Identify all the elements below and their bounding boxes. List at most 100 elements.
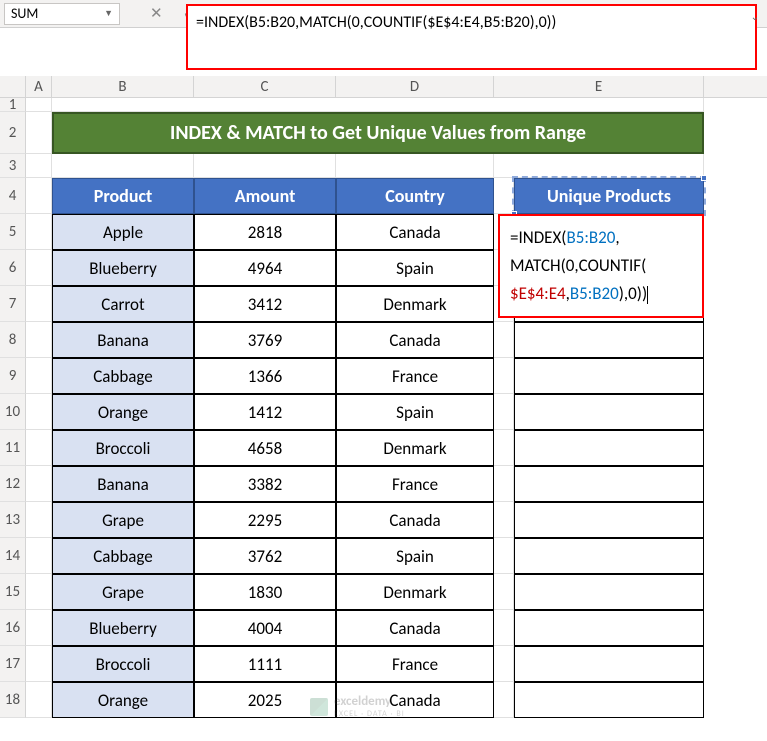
cell-amount[interactable]: 2818 <box>194 214 336 250</box>
row-header[interactable]: 17 <box>0 646 26 682</box>
cell-amount[interactable]: 1366 <box>194 358 336 394</box>
cell-product[interactable]: Blueberry <box>52 610 194 646</box>
cell[interactable] <box>52 98 704 112</box>
cell-product[interactable]: Broccoli <box>52 646 194 682</box>
cell[interactable] <box>26 250 52 286</box>
cell-country[interactable]: Canada <box>336 322 494 358</box>
cell[interactable] <box>26 502 52 538</box>
cell[interactable] <box>494 646 514 682</box>
cell[interactable] <box>26 430 52 466</box>
col-header-e[interactable]: E <box>494 76 704 97</box>
cell[interactable] <box>494 466 514 502</box>
cell[interactable] <box>26 286 52 322</box>
row-header[interactable]: 11 <box>0 430 26 466</box>
cell[interactable] <box>26 610 52 646</box>
expand-icon[interactable]: ⌄ <box>751 10 759 23</box>
cell[interactable] <box>26 682 52 718</box>
cell[interactable] <box>26 466 52 502</box>
cell-unique[interactable] <box>514 538 704 574</box>
formula-bar[interactable]: =INDEX(B5:B20,MATCH(0,COUNTIF($E$4:E4,B5… <box>186 4 757 70</box>
cell[interactable] <box>26 112 52 154</box>
row-header[interactable]: 14 <box>0 538 26 574</box>
cell[interactable] <box>26 574 52 610</box>
cell-amount[interactable]: 2295 <box>194 502 336 538</box>
cell-unique[interactable] <box>514 430 704 466</box>
cell-unique[interactable] <box>514 610 704 646</box>
cell-unique[interactable] <box>514 322 704 358</box>
cell-country[interactable]: Denmark <box>336 430 494 466</box>
row-header[interactable]: 8 <box>0 322 26 358</box>
cell[interactable] <box>494 574 514 610</box>
cell-product[interactable]: Broccoli <box>52 430 194 466</box>
cell-product[interactable]: Cabbage <box>52 538 194 574</box>
row-header[interactable]: 4 <box>0 178 26 214</box>
row-header[interactable]: 9 <box>0 358 26 394</box>
cell-country[interactable]: Canada <box>336 502 494 538</box>
cell[interactable] <box>494 610 514 646</box>
cell[interactable] <box>52 154 194 178</box>
col-header-b[interactable]: B <box>52 76 194 97</box>
cell-product[interactable]: Blueberry <box>52 250 194 286</box>
cell-country[interactable]: Spain <box>336 250 494 286</box>
cell[interactable] <box>26 178 52 214</box>
chevron-down-icon[interactable]: ▼ <box>104 8 113 19</box>
cell-country[interactable]: France <box>336 646 494 682</box>
cell-product[interactable]: Carrot <box>52 286 194 322</box>
cell-product[interactable]: Grape <box>52 574 194 610</box>
row-header[interactable]: 18 <box>0 682 26 718</box>
cell-unique[interactable] <box>514 646 704 682</box>
cell-amount[interactable]: 4964 <box>194 250 336 286</box>
cell-country[interactable]: Denmark <box>336 574 494 610</box>
cell-amount[interactable]: 3412 <box>194 286 336 322</box>
cell[interactable] <box>26 154 52 178</box>
row-header[interactable]: 16 <box>0 610 26 646</box>
cell[interactable] <box>494 538 514 574</box>
row-header[interactable]: 1 <box>0 98 26 112</box>
cell[interactable] <box>26 538 52 574</box>
cell[interactable] <box>26 646 52 682</box>
col-header-d[interactable]: D <box>336 76 494 97</box>
cell-country[interactable]: Spain <box>336 538 494 574</box>
cell-unique[interactable] <box>514 502 704 538</box>
row-header[interactable]: 3 <box>0 154 26 178</box>
row-header[interactable]: 2 <box>0 112 26 154</box>
cell[interactable] <box>494 178 514 214</box>
cell-amount[interactable]: 3762 <box>194 538 336 574</box>
cell[interactable] <box>26 214 52 250</box>
cell-product[interactable]: Orange <box>52 682 194 718</box>
cell-country[interactable]: Spain <box>336 394 494 430</box>
col-header-c[interactable]: C <box>194 76 336 97</box>
cell-product[interactable]: Banana <box>52 322 194 358</box>
cell-product[interactable]: Orange <box>52 394 194 430</box>
cell-unique[interactable] <box>514 574 704 610</box>
cell-amount[interactable]: 3382 <box>194 466 336 502</box>
cell-country[interactable]: Denmark <box>336 286 494 322</box>
row-header[interactable]: 12 <box>0 466 26 502</box>
cell[interactable] <box>494 394 514 430</box>
cell[interactable] <box>494 358 514 394</box>
row-header[interactable]: 10 <box>0 394 26 430</box>
name-box[interactable]: SUM ▼ <box>4 3 120 25</box>
cell-country[interactable]: France <box>336 466 494 502</box>
cell-amount[interactable]: 1412 <box>194 394 336 430</box>
row-header[interactable]: 15 <box>0 574 26 610</box>
cell-country[interactable]: France <box>336 358 494 394</box>
cell-amount[interactable]: 1111 <box>194 646 336 682</box>
cancel-icon[interactable]: ✕ <box>150 4 163 23</box>
cell-unique[interactable] <box>514 466 704 502</box>
cell-amount[interactable]: 3769 <box>194 322 336 358</box>
selection-handle[interactable] <box>701 175 707 181</box>
cell-product[interactable]: Cabbage <box>52 358 194 394</box>
cell[interactable] <box>194 154 336 178</box>
cell[interactable] <box>494 682 514 718</box>
select-all-corner[interactable] <box>0 76 26 97</box>
cell-country[interactable]: Canada <box>336 610 494 646</box>
cell-unique[interactable] <box>514 394 704 430</box>
cell-amount[interactable]: 4658 <box>194 430 336 466</box>
cell[interactable] <box>494 154 704 178</box>
col-header-a[interactable]: A <box>26 76 52 97</box>
cell-product[interactable]: Grape <box>52 502 194 538</box>
cell[interactable] <box>26 358 52 394</box>
cell-amount[interactable]: 1830 <box>194 574 336 610</box>
cell[interactable] <box>494 502 514 538</box>
